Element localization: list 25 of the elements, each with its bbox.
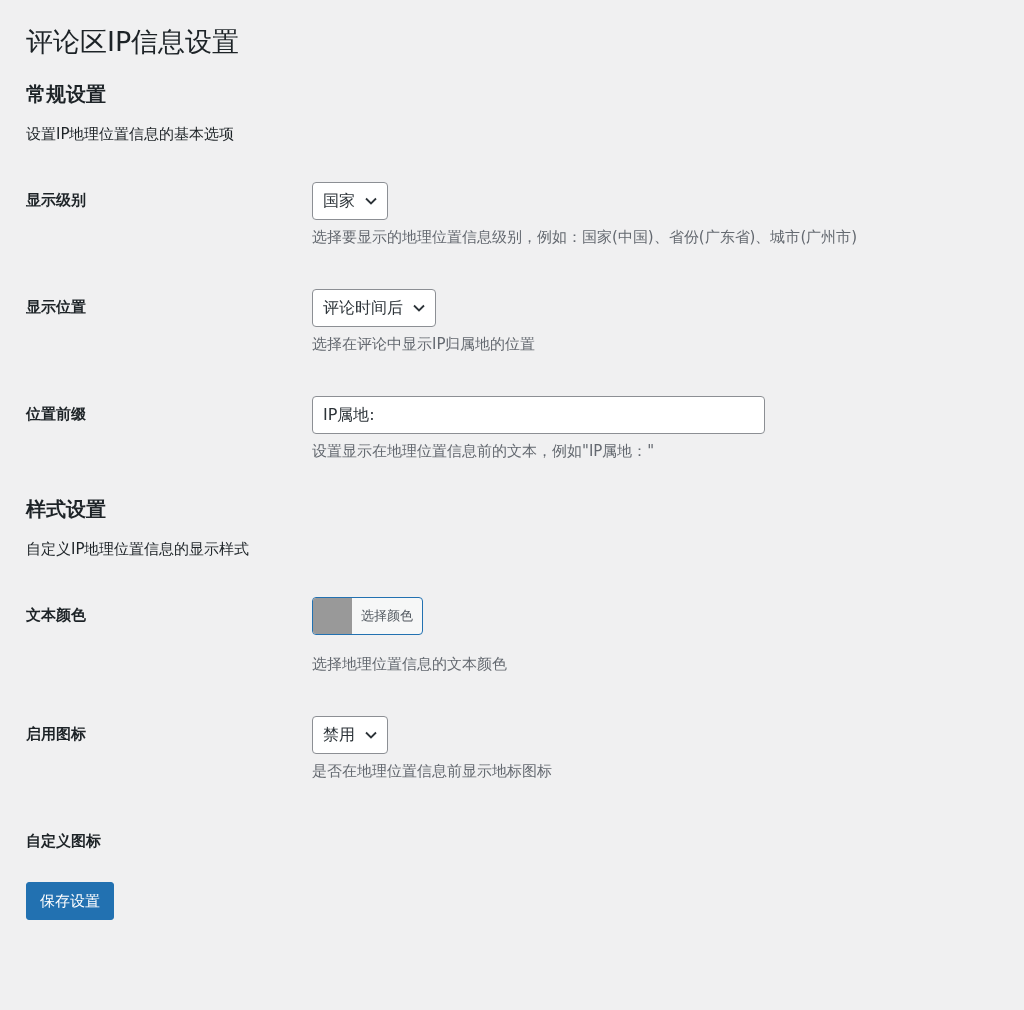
dropdown-select[interactable]: 国家 [312, 182, 388, 221]
help-text: 选择地理位置信息的文本颜色 [312, 655, 507, 675]
section-description: 自定义IP地理位置信息的显示样式 [26, 540, 251, 560]
field-label: 文本颜色 [26, 605, 87, 627]
dropdown-select[interactable]: 禁用 [312, 716, 388, 755]
section-description: 设置IP地理位置信息的基本选项 [26, 125, 236, 145]
save-button[interactable]: 保存设置 [26, 882, 114, 921]
field-label: 显示级别 [26, 190, 87, 212]
color-picker-button[interactable]: 选择颜色 [312, 597, 423, 636]
caret-icon [413, 304, 425, 313]
page-title: 评论区IP信息设置 [26, 25, 241, 59]
help-text: 选择要显示的地理位置信息级别，例如：国家(中国)、省份(广东省)、城市(广州市) [312, 228, 858, 248]
field-label: 显示位置 [26, 297, 87, 319]
help-text: 选择在评论中显示IP归属地的位置 [312, 335, 536, 355]
help-text: 设置显示在地理位置信息前的文本，例如"IP属地：" [312, 442, 655, 462]
field-label: 自定义图标 [26, 831, 102, 852]
help-text: 是否在地理位置信息前显示地标图标 [312, 762, 552, 782]
field-label: 启用图标 [26, 724, 87, 746]
section-heading: 样式设置 [26, 496, 107, 523]
caret-icon [365, 731, 377, 740]
field-label: 位置前缀 [26, 404, 87, 426]
section-heading: 常规设置 [26, 81, 107, 108]
dropdown-select[interactable]: 评论时间后 [312, 289, 436, 328]
caret-icon [365, 197, 377, 206]
input-field[interactable]: IP属地: [312, 396, 765, 435]
